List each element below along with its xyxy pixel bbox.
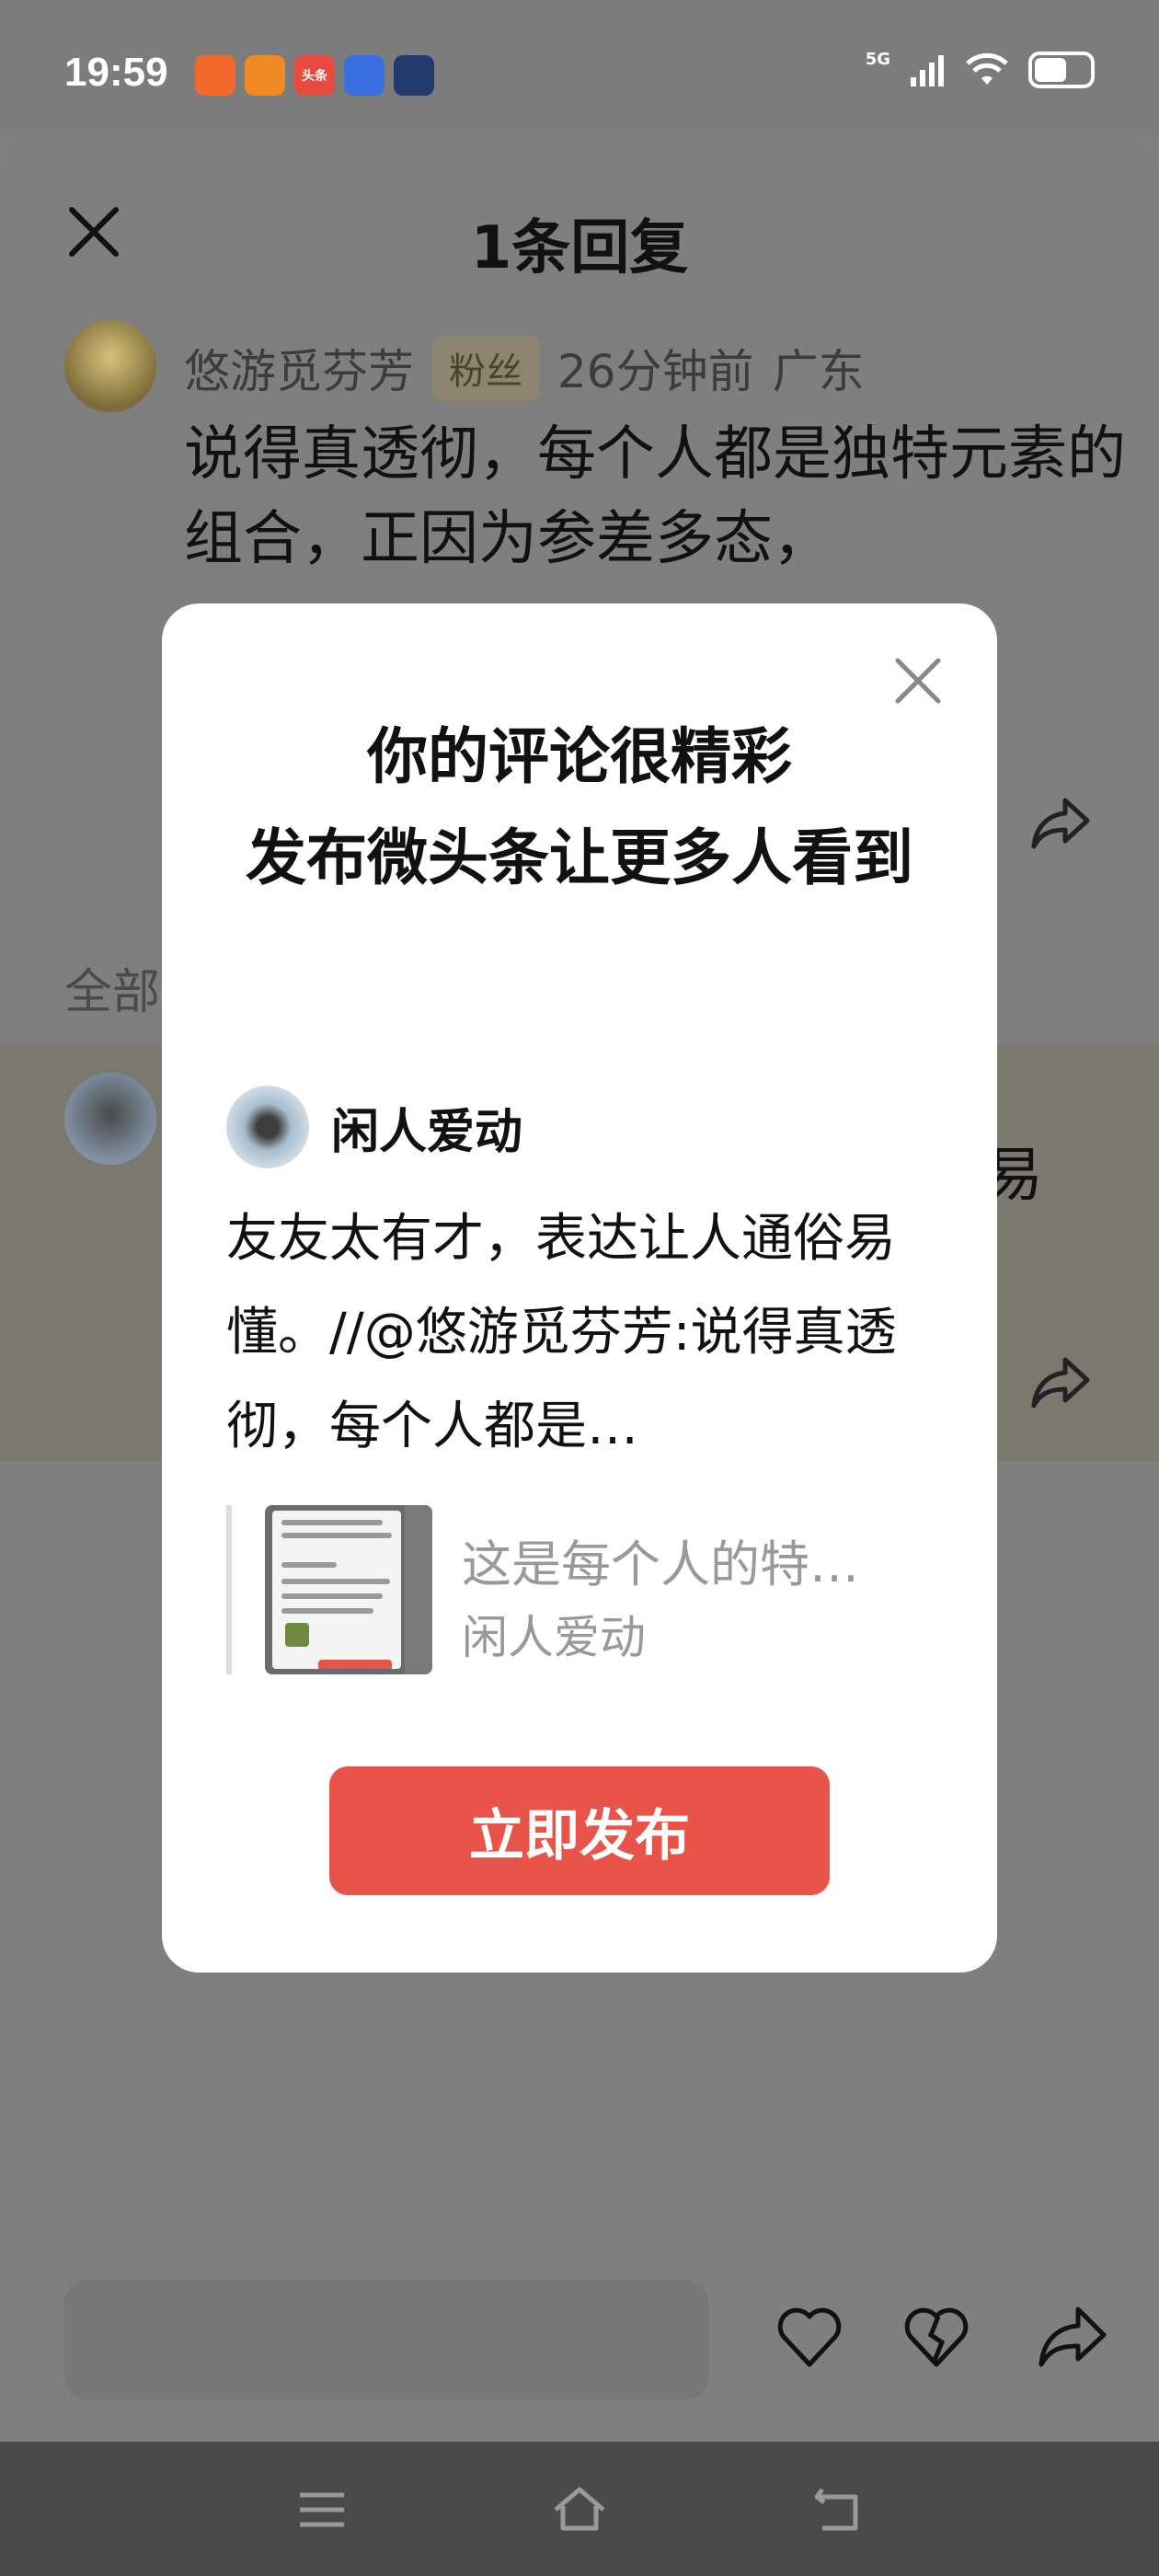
post-text: 友友太有才，表达让人通俗易懂。//@悠游觅芬芳:说得真透彻，每个人都是… (226, 1209, 897, 1456)
dislike-icon[interactable] (900, 2300, 973, 2374)
quoted-post: 这是每个人的特… 闲人爱动 (226, 1505, 935, 1674)
author-name: 闲人爱动 (331, 1104, 523, 1160)
post-author: 闲人爱动 (226, 1086, 522, 1168)
share-icon[interactable] (1028, 1354, 1093, 1409)
avatar (226, 1086, 309, 1168)
system-nav-bar (0, 2442, 1159, 2576)
publish-button[interactable]: 立即发布 (329, 1766, 830, 1895)
dialog-title-line2: 发布微头条让更多人看到 (246, 822, 913, 893)
network-type: 5G (865, 49, 890, 69)
dialog-title-line1: 你的评论很精彩 (367, 721, 792, 792)
comment-location: 广东 (772, 345, 865, 398)
baidu-icon (344, 55, 384, 96)
avatar[interactable] (64, 1073, 156, 1165)
toutiao-icon: 头条 (294, 55, 335, 96)
quoted-author: 闲人爱动 (462, 1611, 646, 1664)
kuaishou-icon (195, 55, 235, 96)
avatar[interactable] (64, 320, 156, 412)
alibaba-1688-icon (245, 55, 285, 96)
page-title: 1条回复 (470, 214, 689, 282)
battery-icon (1028, 52, 1095, 88)
dialog-title: 你的评论很精彩 发布微头条让更多人看到 (217, 707, 942, 909)
system-status: 5G (865, 49, 1095, 88)
share-icon[interactable] (1028, 795, 1093, 850)
comment-author[interactable]: 悠游觅芬芳 (184, 335, 414, 401)
all-replies-label: 全部 (64, 965, 161, 1020)
game-app-icon (394, 55, 434, 96)
clock: 19:59 (64, 50, 168, 95)
back-icon[interactable] (809, 2482, 865, 2537)
home-icon[interactable] (552, 2482, 607, 2537)
comment-time: 26分钟前 (557, 345, 754, 398)
sheet-header: 1条回复 (0, 182, 1159, 282)
quoted-title: 这是每个人的特… (462, 1535, 859, 1593)
comment-meta: 悠游觅芬芳 粉丝 26分钟前 广东 (184, 335, 865, 401)
quoted-thumbnail (265, 1505, 432, 1674)
comment-text: 说得真透彻，每个人都是独特元素的组合，正因为参差多态， (184, 420, 1126, 573)
comment-input[interactable] (64, 2280, 708, 2399)
wifi-icon (966, 52, 1008, 85)
share-icon[interactable] (1036, 2300, 1109, 2374)
notification-icons: 头条 (195, 55, 434, 96)
fan-badge: 粉丝 (432, 336, 539, 400)
like-icon[interactable] (773, 2300, 846, 2374)
close-icon[interactable] (894, 657, 942, 705)
signal-icon (911, 55, 944, 86)
status-bar: 19:59 头条 5G (0, 0, 1159, 134)
publish-dialog: 你的评论很精彩 发布微头条让更多人看到 闲人爱动 友友太有才，表达让人通俗易懂。… (162, 604, 997, 1972)
menu-icon[interactable] (294, 2482, 350, 2537)
main-comment: 悠游觅芬芳 粉丝 26分钟前 广东 说得真透彻，每个人都是独特元素的组合，正因为… (64, 320, 1126, 573)
